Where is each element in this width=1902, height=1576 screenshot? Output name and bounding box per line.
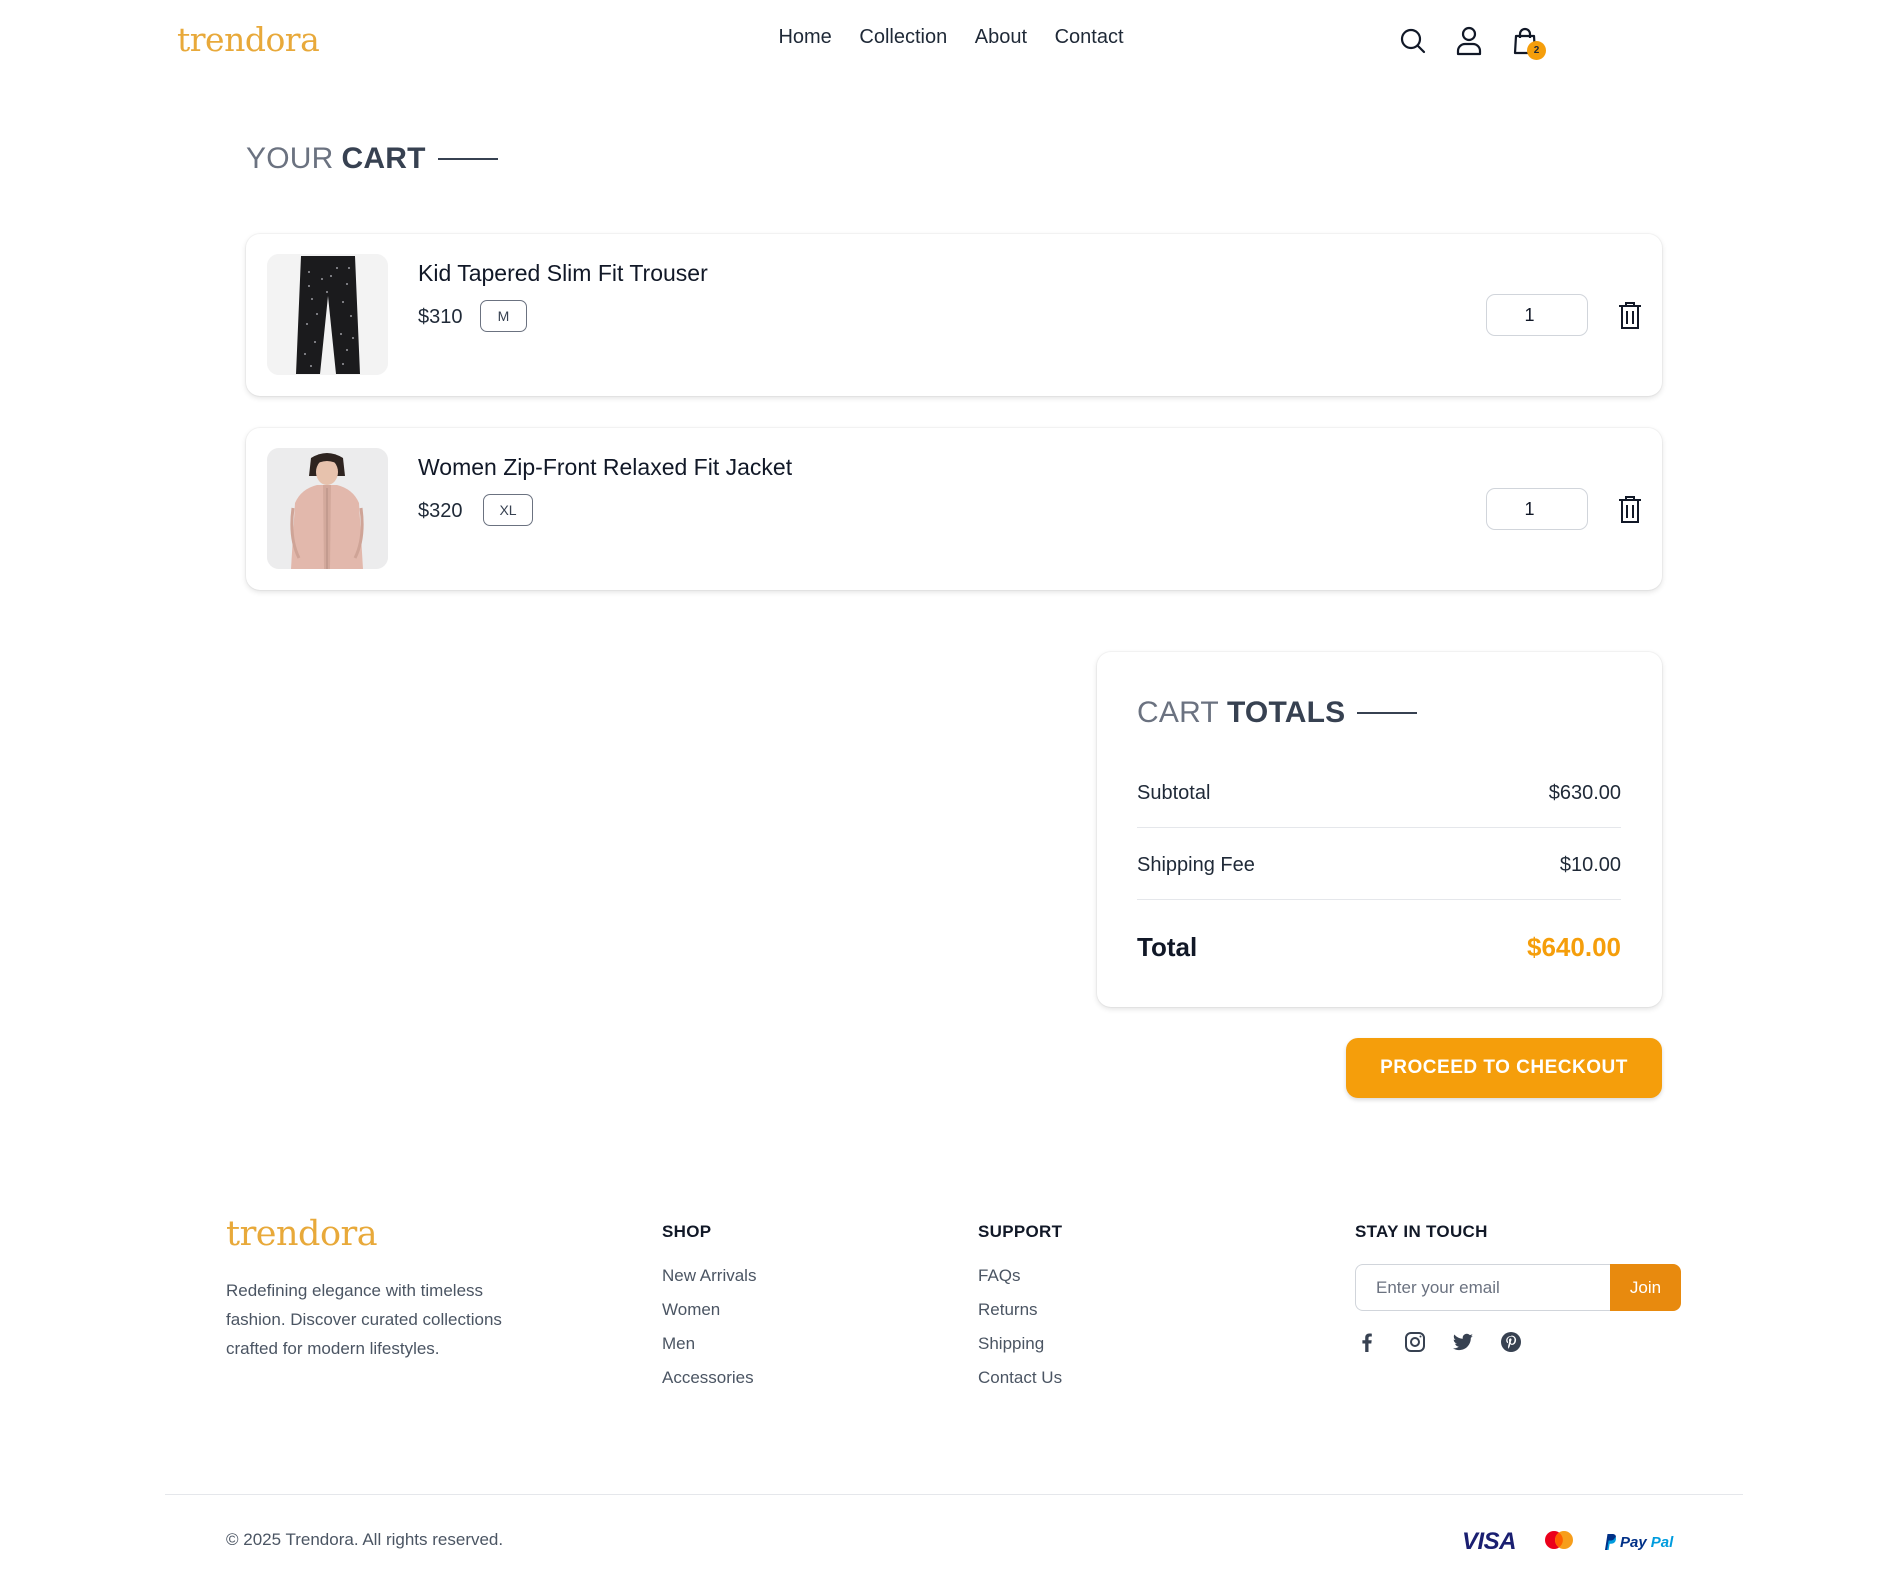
product-name[interactable]: Women Zip-Front Relaxed Fit Jacket [418,454,792,481]
search-icon[interactable] [1398,24,1428,58]
visa-logo: VISA [1462,1528,1517,1555]
footer-link-new-arrivals[interactable]: New Arrivals [662,1266,756,1286]
instagram-icon[interactable] [1403,1330,1427,1354]
header-actions: 2 [1398,24,1546,60]
cart-title: YOUR CART [246,142,498,176]
paypal-text-pal: Pal [1650,1533,1674,1551]
footer-divider [165,1494,1743,1495]
cart-item: Women Zip-Front Relaxed Fit Jacket $320 … [246,428,1662,590]
totals-title-light: CART [1137,696,1219,729]
cart-item: Kid Tapered Slim Fit Trouser $310 M [246,234,1662,396]
quantity-input[interactable] [1486,294,1588,336]
divider [1137,899,1621,900]
footer-shop-heading: SHOP [662,1222,712,1241]
paypal-logo: Pay Pal [1602,1533,1673,1551]
footer-link-faqs[interactable]: FAQs [978,1266,1062,1286]
footer-logo[interactable]: trendora [226,1214,378,1254]
paypal-text-pay: Pay [1620,1533,1647,1551]
product-price: $310 [418,306,463,328]
totals-title: CART TOTALS [1137,696,1418,730]
footer-touch-heading: STAY IN TOUCH [1355,1222,1488,1241]
subtotal-label: Subtotal [1137,782,1211,804]
social-links [1355,1330,1523,1354]
twitter-icon[interactable] [1451,1330,1475,1354]
shipping-value: $10.00 [1559,854,1621,876]
size-badge: M [480,300,527,332]
delete-icon[interactable] [1615,299,1645,331]
shopping-bag-icon[interactable]: 2 [1510,24,1546,60]
product-price: $320 [418,500,463,522]
footer-link-shipping[interactable]: Shipping [978,1334,1062,1354]
mastercard-logo [1542,1529,1576,1556]
delete-icon[interactable] [1615,493,1645,525]
email-input[interactable] [1355,1264,1610,1311]
subtotal-value: $630.00 [1548,782,1621,804]
nav-about[interactable]: About [975,26,1027,48]
footer-link-men[interactable]: Men [662,1334,756,1354]
shipping-label: Shipping Fee [1137,854,1255,876]
footer-support-column: SUPPORT FAQs Returns Shipping Contact Us [978,1222,1062,1402]
product-name[interactable]: Kid Tapered Slim Fit Trouser [418,260,708,287]
divider [1137,827,1621,828]
main-nav: Home Collection About Contact [0,26,1902,49]
shipping-row: Shipping Fee $10.00 [1137,854,1621,877]
site-header: trendora Home Collection About Contact 2 [0,0,1902,84]
user-icon[interactable] [1454,24,1484,58]
totals-title-bold: TOTALS [1226,696,1346,729]
product-image-trouser[interactable] [267,254,388,375]
cart-count-badge: 2 [1527,41,1546,60]
nav-home[interactable]: Home [778,26,831,48]
size-badge: XL [483,494,533,526]
total-label: Total [1137,932,1198,962]
footer-link-accessories[interactable]: Accessories [662,1368,756,1388]
title-rule [437,158,498,160]
title-rule [1357,712,1418,714]
cart-totals-card: CART TOTALS Subtotal $630.00 Shipping Fe… [1097,652,1662,1007]
cart-title-bold: CART [341,142,426,175]
total-row: Total $640.00 [1137,932,1621,963]
footer-link-returns[interactable]: Returns [978,1300,1062,1320]
checkout-button[interactable]: PROCEED TO CHECKOUT [1346,1038,1662,1098]
pinterest-icon[interactable] [1499,1330,1523,1354]
total-value: $640.00 [1527,932,1621,962]
footer-description: Redefining elegance with timeless fashio… [226,1281,502,1358]
payment-methods: VISA Pay Pal [1462,1528,1673,1556]
footer-link-contact-us[interactable]: Contact Us [978,1368,1062,1388]
facebook-icon[interactable] [1355,1330,1379,1354]
quantity-input[interactable] [1486,488,1588,530]
subtotal-row: Subtotal $630.00 [1137,782,1621,805]
footer-shop-column: SHOP New Arrivals Women Men Accessories [662,1222,756,1402]
newsletter-form: Join [1355,1264,1681,1311]
nav-contact[interactable]: Contact [1055,26,1124,48]
footer-touch-column: STAY IN TOUCH [1355,1222,1488,1266]
product-image-jacket[interactable] [267,448,388,569]
footer-support-heading: SUPPORT [978,1222,1063,1241]
cart-title-light: YOUR [246,142,334,175]
nav-collection[interactable]: Collection [859,26,947,48]
join-button[interactable]: Join [1610,1264,1681,1311]
footer-link-women[interactable]: Women [662,1300,756,1320]
copyright-text: © 2025 Trendora. All rights reserved. [226,1530,504,1549]
